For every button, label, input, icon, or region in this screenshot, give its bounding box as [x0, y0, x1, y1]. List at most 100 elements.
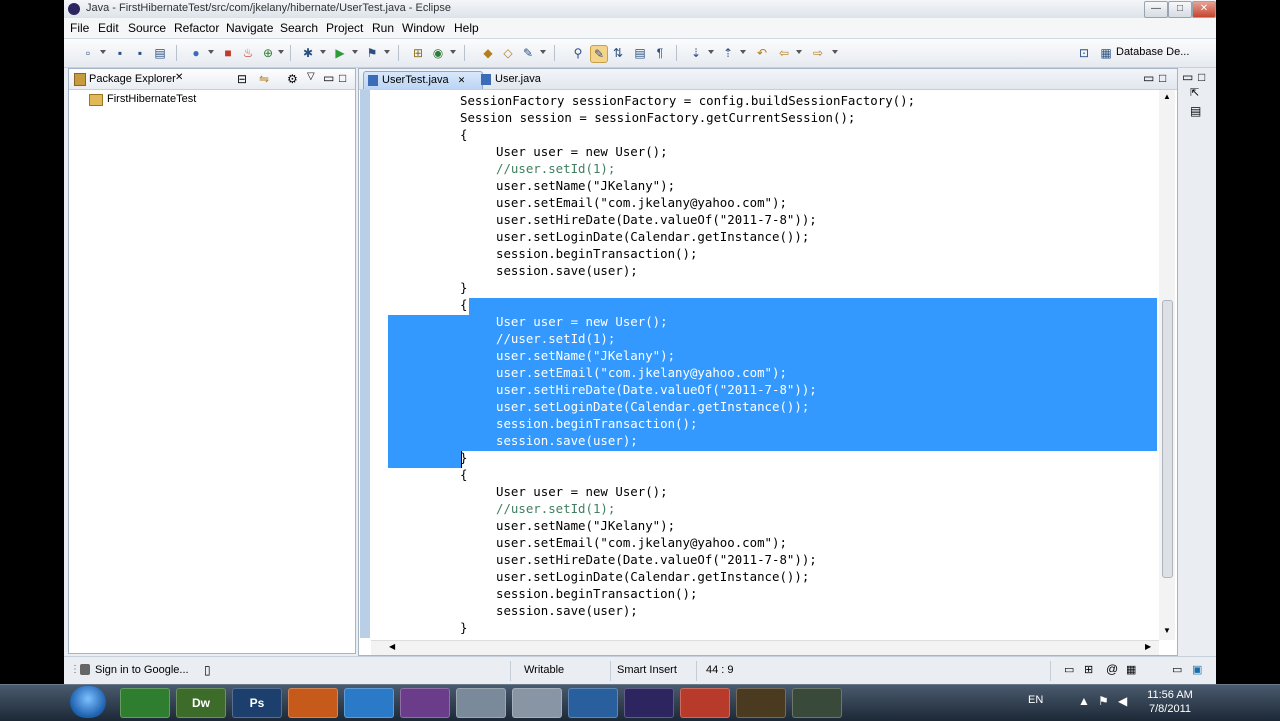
taskbar-app-editor[interactable]: [680, 688, 730, 718]
taskbar-app-winamp[interactable]: [736, 688, 786, 718]
scroll-right-icon[interactable]: ▶: [1145, 642, 1151, 651]
back-icon[interactable]: ⇦: [776, 45, 792, 61]
annotation-icon[interactable]: ⚲: [570, 45, 586, 61]
tab-close-icon[interactable]: ✕: [458, 75, 466, 85]
tab-user-java[interactable]: User.java: [477, 71, 575, 88]
scroll-up-icon[interactable]: ▲: [1163, 92, 1171, 101]
vertical-scrollbar[interactable]: ▲ ▼: [1159, 90, 1175, 640]
close-window-button[interactable]: ✕: [1192, 1, 1216, 18]
save-all-icon[interactable]: ▪: [132, 45, 148, 61]
tree-item-firsthibernatetest[interactable]: FirstHibernateTest: [107, 93, 196, 105]
open-type-icon[interactable]: ◆: [480, 45, 496, 61]
block-selection-icon[interactable]: ⇅: [610, 45, 626, 61]
code-line: user.setHireDate(Date.valueOf("2011-7-8"…: [496, 552, 817, 567]
toggle-mark-occurrences-icon[interactable]: ✎: [590, 45, 608, 63]
view-menu-icon[interactable]: ⚙: [287, 72, 298, 86]
taskbar-app-media-player[interactable]: [568, 688, 618, 718]
start-button[interactable]: [70, 686, 106, 718]
horizontal-scrollbar[interactable]: ◀ ▶: [371, 640, 1159, 655]
forward-icon[interactable]: ⇨: [810, 45, 826, 61]
scrollbar-thumb[interactable]: [1162, 300, 1173, 578]
console-icon[interactable]: ▭: [1172, 663, 1182, 676]
outline-view-icon[interactable]: ▤: [1190, 104, 1201, 118]
code-line: user.setEmail("com.jkelany@yahoo.com");: [496, 195, 787, 210]
last-edit-location-icon[interactable]: ↶: [754, 45, 770, 61]
taskbar-app-green[interactable]: [120, 688, 170, 718]
database-perspective-icon[interactable]: ▦: [1098, 45, 1114, 61]
maximize-editor-icon[interactable]: □: [1159, 71, 1166, 85]
new-class-icon[interactable]: ◉: [430, 45, 446, 61]
lightbulb-icon[interactable]: ▯: [204, 663, 211, 677]
external-tools-icon[interactable]: ♨: [240, 45, 256, 61]
coverage-icon[interactable]: ⊕: [260, 45, 276, 61]
print-icon[interactable]: ▤: [152, 45, 168, 61]
taskbar-app-java[interactable]: [456, 688, 506, 718]
maximize-view-icon[interactable]: □: [339, 71, 346, 85]
problems-icon[interactable]: ⊞: [1084, 663, 1093, 676]
clock[interactable]: 11:56 AM 7/8/2011: [1140, 688, 1200, 716]
code-line: //user.setId(1);: [496, 331, 616, 346]
debug-icon[interactable]: ●: [188, 45, 204, 61]
minimize-editor-icon[interactable]: ▭: [1143, 71, 1154, 85]
code-line: session.beginTransaction();: [496, 416, 698, 431]
previous-annotation-icon[interactable]: ⇡: [720, 45, 736, 61]
network-icon[interactable]: ▲: [1078, 694, 1090, 708]
maximize-view-icon[interactable]: □: [1198, 70, 1205, 84]
server-icon[interactable]: ■: [220, 45, 236, 61]
package-explorer-title[interactable]: Package Explorer: [89, 73, 176, 85]
flag-icon[interactable]: ⚑: [1098, 694, 1109, 708]
at-icon[interactable]: @: [1106, 662, 1118, 676]
run-icon[interactable]: ▶: [332, 45, 348, 61]
menu-search[interactable]: Search: [280, 21, 318, 35]
menu-run[interactable]: Run: [372, 21, 394, 35]
taskbar-app-virtualbox[interactable]: [512, 688, 562, 718]
next-annotation-icon[interactable]: ⇣: [688, 45, 704, 61]
debug-bug-icon[interactable]: ✱: [300, 45, 316, 61]
menu-window[interactable]: Window: [402, 21, 445, 35]
run-last-tool-icon[interactable]: ⚑: [364, 45, 380, 61]
taskbar-app-firefox[interactable]: [288, 688, 338, 718]
monitor-icon[interactable]: ▣: [1192, 663, 1202, 676]
scroll-left-icon[interactable]: ◀: [389, 642, 395, 651]
taskbar-app-messenger[interactable]: [400, 688, 450, 718]
new-icon[interactable]: ▫: [80, 45, 96, 61]
taskbar-app-recorder[interactable]: [792, 688, 842, 718]
package-explorer-close-button[interactable]: ✕: [175, 72, 183, 83]
menu-help[interactable]: Help: [454, 21, 479, 35]
task-icon[interactable]: ▭: [1064, 663, 1074, 676]
maximize-button[interactable]: □: [1168, 1, 1192, 18]
taskbar-app-dreamweaver[interactable]: Dw: [176, 688, 226, 718]
minimize-view-icon[interactable]: ▭: [323, 71, 334, 85]
taskbar-app-internet-explorer[interactable]: [344, 688, 394, 718]
minimize-button[interactable]: —: [1144, 1, 1168, 18]
search-icon[interactable]: ✎: [520, 45, 536, 61]
taskbar-app-eclipse[interactable]: [624, 688, 674, 718]
show-whitespace-icon[interactable]: ▤: [632, 45, 648, 61]
perspective-label[interactable]: Database De...: [1116, 46, 1189, 58]
menu-navigate[interactable]: Navigate: [226, 21, 273, 35]
volume-icon[interactable]: ◀: [1118, 694, 1127, 708]
code-area[interactable]: SessionFactory sessionFactory = config.b…: [371, 90, 1159, 640]
pilcrow-icon[interactable]: ¶: [652, 45, 668, 61]
save-icon[interactable]: ▪: [112, 45, 128, 61]
menu-edit[interactable]: Edit: [98, 21, 119, 35]
menu-refactor[interactable]: Refactor: [174, 21, 219, 35]
open-task-icon[interactable]: ◇: [500, 45, 516, 61]
code-line: SessionFactory sessionFactory = config.b…: [460, 93, 916, 108]
restore-view-icon[interactable]: ⇱: [1190, 86, 1199, 99]
minimize-view-icon[interactable]: ▭: [1182, 70, 1193, 84]
link-with-editor-icon[interactable]: ⇋: [259, 72, 269, 86]
language-indicator[interactable]: EN: [1028, 694, 1043, 706]
menu-source[interactable]: Source: [128, 21, 166, 35]
sign-in-to-google-link[interactable]: Sign in to Google...: [95, 664, 189, 676]
tab-usertest-java[interactable]: UserTest.java ✕: [363, 71, 483, 89]
collapse-all-icon[interactable]: ⊟: [237, 72, 247, 86]
open-perspective-icon[interactable]: ⊡: [1076, 45, 1092, 61]
chevron-down-icon[interactable]: ▽: [307, 71, 315, 82]
new-java-project-icon[interactable]: ⊞: [410, 45, 426, 61]
menu-project[interactable]: Project: [326, 21, 363, 35]
taskbar-app-photoshop[interactable]: Ps: [232, 688, 282, 718]
scroll-down-icon[interactable]: ▼: [1163, 626, 1171, 635]
javadoc-icon[interactable]: ▦: [1126, 663, 1136, 676]
menu-file[interactable]: File: [70, 21, 89, 35]
